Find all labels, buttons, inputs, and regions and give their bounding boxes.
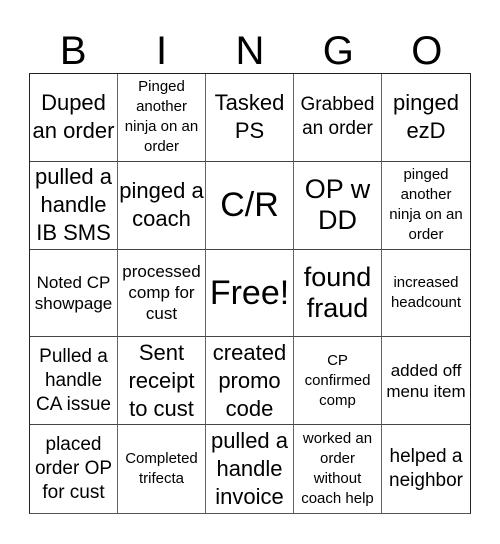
bingo-cell-text: pulled a handle invoice bbox=[210, 428, 289, 510]
bingo-cell-text: Pulled a handle CA issue bbox=[36, 345, 111, 415]
bingo-cell[interactable]: C/R bbox=[206, 161, 294, 250]
bingo-cell-text: helped a neighbor bbox=[389, 446, 463, 492]
bingo-cell[interactable]: processed comp for cust bbox=[118, 249, 206, 338]
bingo-cell[interactable]: Noted CP showpage bbox=[30, 249, 118, 338]
bingo-cell-free[interactable]: Free! bbox=[206, 249, 294, 338]
bingo-cell-text: Noted CP showpage bbox=[34, 272, 113, 313]
bingo-cell-text: pinged ezD bbox=[392, 90, 460, 144]
header-letter-b: B bbox=[59, 29, 87, 73]
bingo-cell-text: increased headcount bbox=[390, 273, 462, 311]
bingo-card-grid: Duped an order Pinged another ninja on an… bbox=[29, 73, 471, 514]
bingo-cell-text: worked an order without coach help bbox=[301, 430, 374, 508]
bingo-cell[interactable]: pulled a handle IB SMS bbox=[30, 161, 118, 250]
bingo-cell[interactable]: helped a neighbor bbox=[382, 425, 470, 513]
bingo-cell[interactable]: created promo code bbox=[206, 337, 294, 426]
bingo-cell-text: processed comp for cust bbox=[122, 262, 201, 324]
bingo-cell-text: Grabbed an order bbox=[300, 94, 375, 140]
bingo-cell-text: placed order OP for cust bbox=[34, 434, 113, 504]
bingo-cell[interactable]: Sent receipt to cust bbox=[118, 337, 206, 426]
bingo-cell-text: added off menu item bbox=[386, 360, 466, 401]
bingo-cell-text: C/R bbox=[220, 186, 279, 225]
bingo-cell[interactable]: Duped an order bbox=[30, 74, 118, 162]
bingo-cell-text: Pinged another ninja on an order bbox=[124, 78, 199, 156]
bingo-cell[interactable]: pinged another ninja on an order bbox=[382, 162, 470, 250]
bingo-cell[interactable]: placed order OP for cust bbox=[30, 425, 118, 513]
bingo-cell[interactable]: pulled a handle invoice bbox=[206, 425, 294, 513]
bingo-cell[interactable]: added off menu item bbox=[382, 337, 470, 426]
bingo-cell[interactable]: found fraud bbox=[294, 249, 382, 338]
bingo-cell-text: found fraud bbox=[303, 261, 372, 323]
bingo-cell-text: OP w DD bbox=[304, 174, 371, 236]
bingo-cell-text: Completed trifecta bbox=[125, 450, 198, 488]
header-letter-o: O bbox=[411, 29, 443, 73]
bingo-cell-text: created promo code bbox=[212, 339, 287, 421]
header-letter-g: G bbox=[322, 29, 354, 73]
bingo-cell[interactable]: OP w DD bbox=[294, 161, 382, 250]
bingo-cell[interactable]: Pinged another ninja on an order bbox=[118, 74, 206, 162]
bingo-cell[interactable]: pinged ezD bbox=[382, 74, 470, 162]
bingo-cell[interactable]: Pulled a handle CA issue bbox=[30, 337, 118, 426]
bingo-cell-text: pinged another ninja on an order bbox=[389, 166, 463, 244]
header-letter-n: N bbox=[235, 29, 265, 73]
bingo-cell[interactable]: pinged a coach bbox=[118, 161, 206, 250]
bingo-cell[interactable]: Grabbed an order bbox=[294, 74, 382, 162]
bingo-cell[interactable]: worked an order without coach help bbox=[294, 425, 382, 513]
bingo-cell-text: Free! bbox=[209, 273, 290, 312]
bingo-cell-text: pinged a coach bbox=[119, 178, 204, 232]
bingo-cell-text: CP confirmed comp bbox=[304, 351, 371, 409]
bingo-cell[interactable]: Tasked PS bbox=[206, 74, 294, 162]
bingo-header: B I N G O bbox=[29, 28, 471, 74]
bingo-cell[interactable]: increased headcount bbox=[382, 250, 470, 338]
bingo-cell[interactable]: Completed trifecta bbox=[118, 425, 206, 513]
bingo-cell-text: pulled a handle IB SMS bbox=[34, 164, 113, 246]
bingo-cell[interactable]: CP confirmed comp bbox=[294, 337, 382, 426]
bingo-cell-text: Sent receipt to cust bbox=[128, 339, 195, 421]
header-letter-i: I bbox=[156, 29, 168, 73]
bingo-cell-text: Duped an order bbox=[32, 90, 115, 144]
bingo-cell-text: Tasked PS bbox=[214, 90, 285, 144]
